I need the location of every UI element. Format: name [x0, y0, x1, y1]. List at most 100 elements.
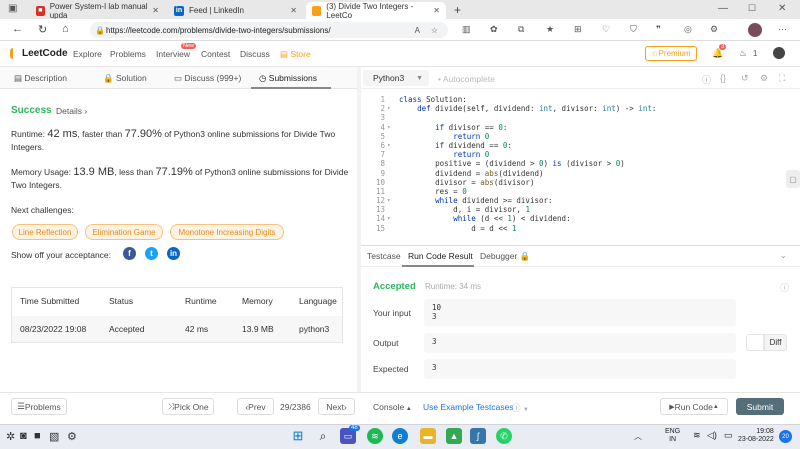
fire-icon[interactable]: ♨ [739, 48, 747, 59]
close-icon[interactable]: ✕ [290, 6, 297, 15]
quote-icon[interactable]: ❞ [656, 24, 661, 35]
more-icon[interactable]: ⋯ [778, 24, 787, 35]
autocomplete-toggle[interactable]: • Autocomplete [438, 74, 495, 84]
file-explorer-icon[interactable]: ▬ [420, 428, 436, 444]
details-link[interactable]: Details › [56, 106, 87, 116]
browser-tab-power-system[interactable]: ■ Power System-I lab manual upda ✕ [30, 2, 165, 20]
fold-chevron-icon[interactable]: ▾ [387, 123, 391, 132]
browser-tab-leetcode[interactable]: (3) Divide Two Integers - LeetCo ✕ [306, 2, 446, 20]
run-code-button[interactable]: ▶ Run Code ▲ [660, 398, 728, 415]
camera-icon[interactable]: ◎ [684, 24, 692, 35]
leetcode-logo[interactable]: LeetCode [22, 48, 68, 59]
pick-one-button[interactable]: ⤨ Pick One [162, 398, 214, 415]
clock[interactable]: 19:08 23-08-2022 [738, 428, 774, 444]
volume-icon[interactable]: ◁) [707, 430, 717, 441]
challenge-line-reflection[interactable]: Line Reflection [12, 224, 78, 240]
maximize-icon[interactable]: ☐ [748, 3, 756, 14]
nav-problems[interactable]: Problems [110, 49, 146, 59]
column-header-runtime[interactable]: Runtime [185, 296, 217, 306]
nav-contest[interactable]: Contest [201, 49, 230, 59]
problems-button[interactable]: ☰ Problems [11, 398, 67, 415]
back-icon[interactable]: ← [12, 23, 23, 35]
language-select[interactable]: Python3 ▼ [363, 70, 429, 86]
new-tab-button[interactable]: + [454, 3, 461, 17]
leetcode-logo-icon[interactable] [10, 48, 20, 59]
settings-gear-icon[interactable]: ✲ [6, 430, 15, 443]
column-header-time[interactable]: Time Submitted [20, 296, 79, 306]
fold-chevron-icon[interactable]: ▾ [387, 104, 391, 113]
tab-submissions[interactable]: ◷ Submissions [259, 73, 317, 84]
nav-explore[interactable]: Explore [73, 49, 102, 59]
nav-interview[interactable]: Interview [156, 49, 190, 59]
diff-toggle[interactable] [746, 334, 764, 351]
submit-button[interactable]: Submit [736, 398, 784, 415]
tab-run-code-result[interactable]: Run Code Result [408, 251, 473, 261]
nav-store[interactable]: ▤ Store [280, 49, 311, 60]
chevron-up-icon[interactable]: ︿ [634, 431, 642, 442]
cell-status[interactable]: Accepted [109, 324, 144, 334]
close-icon[interactable]: ✕ [152, 6, 159, 15]
puzzle-icon[interactable]: ✿ [490, 24, 498, 35]
tab-actions-icon[interactable]: ▣ [8, 3, 17, 14]
fold-chevron-icon[interactable]: ▾ [387, 196, 391, 205]
code-line[interactable]: 15 d = d << 1 [361, 224, 791, 233]
facebook-icon[interactable]: f [123, 247, 136, 260]
code-line[interactable]: 1 class Solution: [361, 95, 791, 104]
favorite-star-icon[interactable]: ☆ [431, 26, 438, 35]
nav-discuss[interactable]: Discuss [240, 49, 270, 59]
twitter-icon[interactable]: t [145, 247, 158, 260]
python-icon[interactable]: ʃ [470, 428, 486, 444]
challenge-elimination-game[interactable]: Elimination Game [85, 224, 163, 240]
browser-tab-linkedin[interactable]: in Feed | LinkedIn ✕ [168, 2, 303, 19]
avatar[interactable] [748, 23, 762, 37]
help-icon[interactable]: ⓘ ▼ [512, 402, 529, 414]
tab-discuss[interactable]: ▭ Discuss (999+) [174, 73, 241, 84]
code-line[interactable]: 7 return 0 [361, 150, 791, 159]
minimize-icon[interactable]: — [718, 3, 728, 14]
code-line[interactable]: 10 divisor = abs(divisor) [361, 178, 791, 187]
code-line[interactable]: 6 ▾ if dividend == 0: [361, 141, 791, 150]
challenge-monotone-increasing-digits[interactable]: Monotone Increasing Digits [170, 224, 284, 240]
premium-button[interactable]: ☆ Premium [645, 46, 697, 61]
code-line[interactable]: 8 positive = (dividend > 0) is (divisor … [361, 159, 791, 168]
tab-solution[interactable]: 🔒 Solution [103, 73, 147, 84]
code-line[interactable]: 3 [361, 113, 791, 122]
column-header-status[interactable]: Status [109, 296, 133, 306]
code-line[interactable]: 9 dividend = abs(dividend) [361, 169, 791, 178]
code-line[interactable]: 12 ▾ while dividend >= divisor: [361, 196, 791, 205]
edge-icon[interactable]: e [392, 428, 408, 444]
video-icon[interactable]: ■ [34, 430, 41, 442]
next-button[interactable]: Next › [318, 398, 355, 415]
editor-settings-icon[interactable]: ⚙ [760, 73, 768, 84]
battery-icon[interactable]: ▭ [724, 430, 733, 441]
diff-button[interactable]: Diff [764, 334, 787, 351]
use-example-testcases-link[interactable]: Use Example Testcases [423, 402, 514, 412]
code-line[interactable]: 5 return 0 [361, 132, 791, 141]
prev-button[interactable]: ‹ Prev [237, 398, 274, 415]
fold-chevron-icon[interactable]: ▾ [387, 214, 391, 223]
fold-chevron-icon[interactable]: ▾ [387, 141, 391, 150]
camera-icon[interactable]: ◙ [20, 430, 27, 442]
braces-icon[interactable]: {} [720, 73, 726, 83]
side-panel-icon[interactable]: ▢ [786, 170, 800, 188]
wifi-icon[interactable]: ≋ [693, 430, 701, 441]
console-toggle[interactable]: Console ▲ [373, 402, 412, 412]
tab-testcase[interactable]: Testcase [367, 251, 401, 261]
column-header-memory[interactable]: Memory [242, 296, 273, 306]
notification-badge[interactable]: 20 [779, 430, 792, 443]
close-icon[interactable]: ✕ [433, 6, 440, 15]
language-indicator[interactable]: ENG IN [665, 428, 680, 444]
url-bar[interactable]: 🔒 https://leetcode.com/problems/divide-t… [90, 22, 448, 38]
heart-icon[interactable]: ♡ [602, 24, 610, 35]
windows-start-icon[interactable]: ⊞ [290, 428, 306, 444]
search-icon[interactable]: ⌕ [315, 428, 331, 444]
split-screen-icon[interactable]: ⧉ [518, 24, 524, 35]
spotify-icon[interactable]: ≋ [367, 428, 383, 444]
info-icon[interactable]: ⓘ [702, 73, 711, 86]
refresh-icon[interactable]: ↻ [38, 23, 47, 36]
code-editor[interactable]: 1 class Solution: 2 ▾ def divide(self, divi… [361, 95, 791, 245]
window-close-icon[interactable]: ✕ [778, 3, 786, 14]
code-line[interactable]: 2 ▾ def divide(self, dividend: int, divis… [361, 104, 791, 113]
settings-icon[interactable]: ⚙ [710, 24, 718, 35]
reset-icon[interactable]: ↺ [741, 73, 749, 84]
